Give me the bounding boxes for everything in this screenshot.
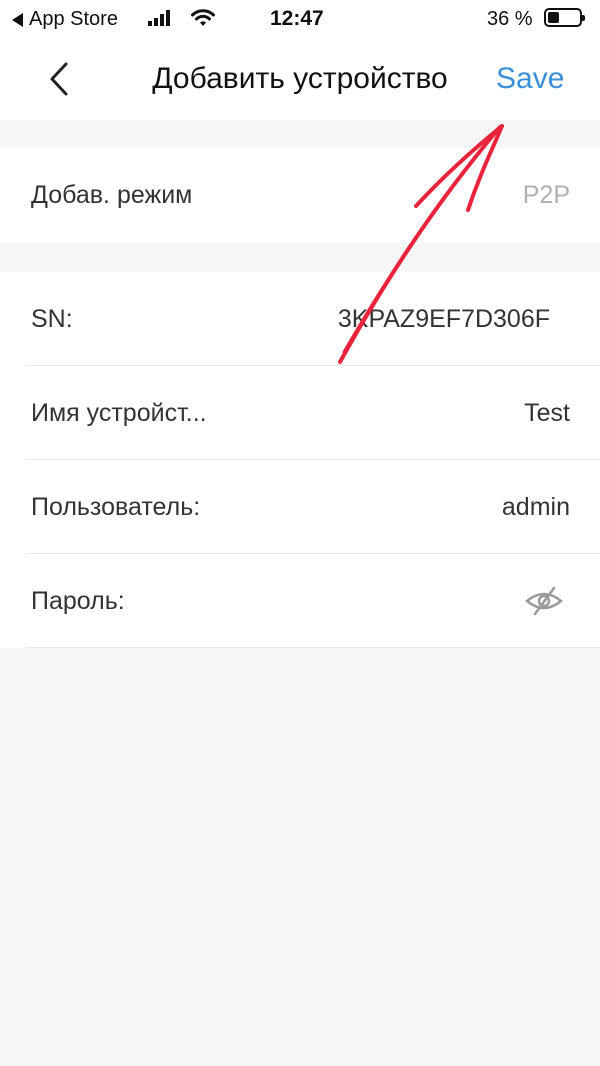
add-mode-value: P2P	[522, 181, 570, 209]
username-row: Пользователь: admin	[0, 460, 600, 554]
back-triangle-icon	[12, 12, 23, 27]
password-row: Пароль:	[0, 554, 600, 648]
section-spacer	[0, 120, 600, 148]
eye-slash-icon[interactable]	[524, 585, 564, 622]
device-name-field[interactable]: Test	[524, 399, 570, 428]
clock: 12:47	[270, 7, 324, 30]
mode-section: Добав. режим P2P	[0, 148, 600, 242]
back-app-label: App Store	[29, 8, 118, 30]
battery-percent: 36 %	[487, 8, 533, 30]
sn-field[interactable]: 3KPAZ9EF7D306F	[330, 305, 550, 334]
device-name-row: Имя устройст... Test	[0, 366, 600, 460]
divider	[26, 647, 600, 648]
device-name-label: Имя устройст...	[31, 399, 207, 427]
status-bar: App Store 12:47 36 %	[0, 0, 600, 40]
password-label: Пароль:	[31, 587, 125, 615]
battery-icon	[544, 8, 585, 27]
back-button[interactable]	[44, 60, 78, 98]
navigation-bar: Добавить устройство Save	[0, 40, 600, 120]
device-fields-section: SN: 3KPAZ9EF7D306F Имя устройст... Test …	[0, 272, 600, 648]
cellular-signal-icon	[148, 10, 170, 26]
chevron-left-icon	[50, 62, 68, 96]
sn-row: SN: 3KPAZ9EF7D306F	[0, 272, 600, 366]
wifi-icon	[191, 9, 215, 26]
username-field[interactable]: admin	[502, 493, 570, 522]
add-mode-row[interactable]: Добав. режим P2P	[0, 148, 600, 242]
add-mode-label: Добав. режим	[31, 181, 193, 209]
username-label: Пользователь:	[31, 493, 201, 521]
back-to-app-store[interactable]: App Store	[12, 8, 118, 31]
save-button[interactable]: Save	[496, 62, 564, 96]
sn-label: SN:	[31, 305, 73, 333]
